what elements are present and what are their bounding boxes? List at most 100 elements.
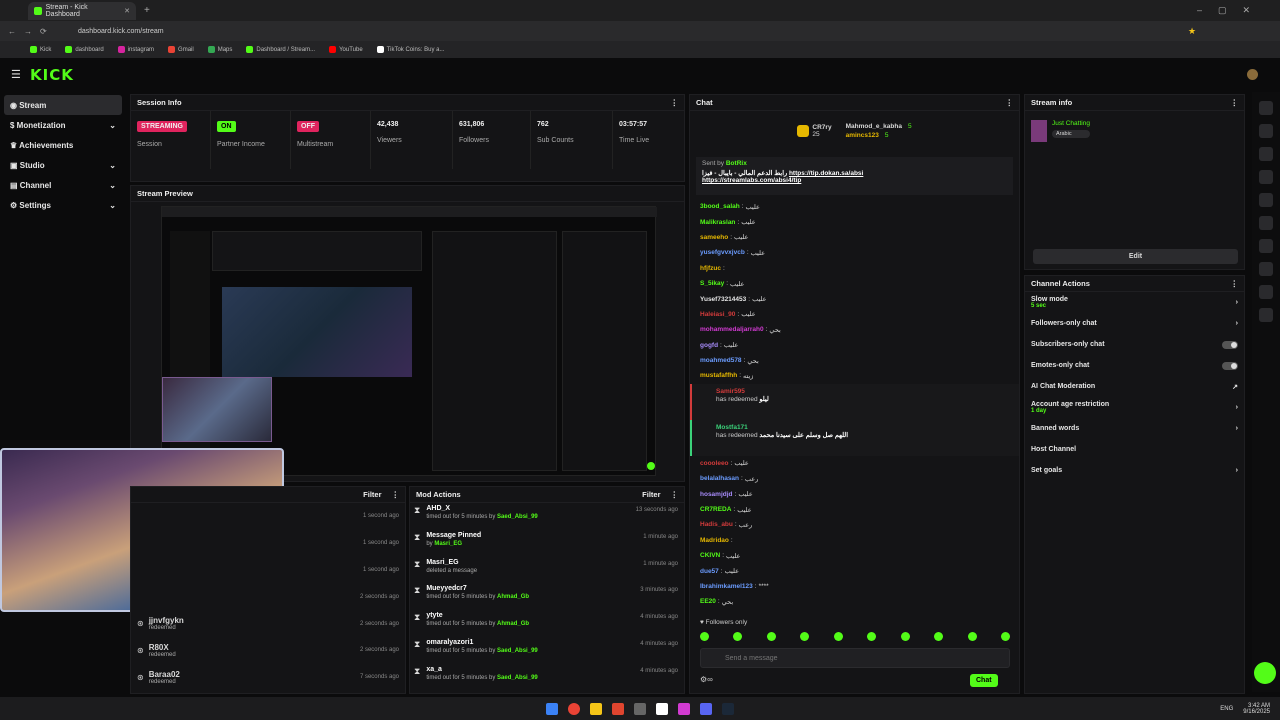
chat-username[interactable]: 3bood_salah xyxy=(700,203,740,210)
mod-action-title[interactable]: AHD_X xyxy=(426,505,537,512)
close-tab-icon[interactable]: ✕ xyxy=(124,7,130,15)
sidebar-item-studio[interactable]: ▣ Studio ⌄ xyxy=(0,155,126,175)
windows-start-icon[interactable] xyxy=(546,702,558,715)
window-controls[interactable]: –▢✕ xyxy=(1197,5,1266,16)
more-options-icon[interactable]: ⋮ xyxy=(671,98,679,107)
app-icon[interactable] xyxy=(678,702,690,715)
info-icon[interactable] xyxy=(1259,101,1273,115)
channel-action-slow-mode[interactable]: Slow mode 5 sec › xyxy=(1025,292,1244,313)
chat-username[interactable]: Yusef73214453 xyxy=(700,296,746,303)
chat-username[interactable]: CKIVN xyxy=(700,552,720,559)
chat-username[interactable]: belalalhasan xyxy=(700,475,739,482)
nav-arrows-icon[interactable]: ←→⟳ xyxy=(8,27,55,36)
chrome-icon[interactable] xyxy=(568,702,580,715)
chat-bubble-icon[interactable] xyxy=(1259,216,1273,230)
emote-icon[interactable] xyxy=(934,632,944,641)
channel-action-set-goals[interactable]: Set goals › xyxy=(1025,460,1244,481)
toggle-switch[interactable] xyxy=(1222,340,1238,349)
more-options-icon[interactable]: ⋮ xyxy=(671,490,679,499)
chat-username[interactable]: due57 xyxy=(700,568,719,575)
send-chat-button[interactable]: Chat xyxy=(970,674,998,687)
bookmark-instagram[interactable]: instagram xyxy=(117,46,154,53)
app-icon[interactable] xyxy=(656,702,668,715)
emote-icon[interactable] xyxy=(800,632,810,641)
chat-username[interactable]: mohammedaljarrah0 xyxy=(700,326,764,333)
layout-icon[interactable] xyxy=(1259,262,1273,276)
top-gifter[interactable]: Mahmod_e_kabha 5 xyxy=(846,123,912,130)
chat-username[interactable]: Hadis_abu xyxy=(700,521,733,528)
emote-icon[interactable] xyxy=(967,632,977,641)
kick-logo[interactable]: KICK xyxy=(30,66,74,84)
pinned-link[interactable]: https://tip.dokan.sa/absi xyxy=(789,170,863,177)
more-options-icon[interactable]: ⋮ xyxy=(1231,279,1239,288)
avatar[interactable] xyxy=(1247,69,1258,80)
emote-icon[interactable] xyxy=(867,632,877,641)
category-link[interactable]: Just Chatting xyxy=(1052,120,1090,127)
edit-button[interactable]: Edit xyxy=(1033,249,1238,264)
app-icon[interactable] xyxy=(612,702,624,715)
activity-user[interactable]: R80X xyxy=(149,643,176,652)
chat-username[interactable]: Malikraslan xyxy=(700,219,735,226)
chat-username[interactable]: gogfd xyxy=(700,342,718,349)
chat-username[interactable]: S_5ikay xyxy=(700,280,724,287)
bookmark-maps[interactable]: Maps xyxy=(207,46,232,53)
mod-action-by[interactable]: Saed_Absi_99 xyxy=(497,514,538,520)
discord-icon[interactable] xyxy=(700,702,712,715)
top-gifter[interactable]: CR7ry 25 xyxy=(797,124,832,138)
bookmark-dashboard[interactable]: dashboard xyxy=(65,46,104,53)
channel-action-ai-chat-moderation[interactable]: AI Chat Moderation ↗ xyxy=(1025,376,1244,397)
top-gifter[interactable]: amincs123 5 xyxy=(846,132,912,139)
channel-action-followers-only-chat[interactable]: Followers-only chat › xyxy=(1025,313,1244,334)
more-options-icon[interactable]: ⋮ xyxy=(392,490,400,499)
more-options-icon[interactable]: ⋮ xyxy=(1006,98,1014,107)
app-icon[interactable] xyxy=(634,702,646,715)
sidebar-item-settings[interactable]: ⚙ Settings ⌄ xyxy=(0,195,126,215)
emote-icon[interactable] xyxy=(1000,632,1010,641)
chat-username[interactable]: CR7REDA xyxy=(700,506,731,513)
filter-button[interactable]: Filter xyxy=(363,490,381,499)
chat-input[interactable] xyxy=(700,648,1010,668)
bookmark-gmail[interactable]: Gmail xyxy=(168,46,194,53)
pen-icon[interactable] xyxy=(1259,124,1273,138)
chat-username[interactable]: Mostfa171 xyxy=(716,424,748,431)
chat-username[interactable]: mustafaffhh xyxy=(700,372,737,379)
link-icon[interactable] xyxy=(1259,239,1273,253)
mod-action-by[interactable]: Masri_EG xyxy=(434,541,462,547)
chat-username[interactable]: Samir595 xyxy=(716,388,745,395)
emote-icon[interactable] xyxy=(900,632,910,641)
emote-icon[interactable] xyxy=(733,632,743,641)
bookmark-tiktok[interactable]: TikTok Coins: Buy a... xyxy=(376,46,444,53)
mod-action-by[interactable]: Saed_Absi_99 xyxy=(497,648,538,654)
mod-action-title[interactable]: ytyte xyxy=(426,612,529,619)
channel-action-account-age-restriction[interactable]: Account age restriction 1 day › xyxy=(1025,397,1244,418)
chat-username[interactable]: Haleiasi_90 xyxy=(700,311,735,318)
mod-action-by[interactable]: Ahmad_Gb xyxy=(497,594,529,600)
channel-action-host-channel[interactable]: Host Channel xyxy=(1025,439,1244,460)
pinned-link[interactable]: https://streamlabs.com/absi4/tip xyxy=(702,177,801,184)
mod-action-title[interactable]: xa_a xyxy=(426,666,537,673)
mod-action-title[interactable]: omaralyazori1 xyxy=(426,639,537,646)
steam-icon[interactable] xyxy=(722,702,734,715)
channel-action-emotes-only-chat[interactable]: Emotes-only chat xyxy=(1025,355,1244,376)
chat-username[interactable]: coooleeo xyxy=(700,460,729,467)
mod-action-title[interactable]: Masri_EG xyxy=(426,559,477,566)
language-indicator[interactable]: ENG xyxy=(1220,706,1233,712)
mod-action-by[interactable]: Ahmad_Gb xyxy=(497,621,529,627)
stream-preview-video[interactable] xyxy=(161,206,657,476)
chat-username[interactable]: yusefgvvxjvcb xyxy=(700,249,745,256)
chat-username[interactable]: EE20 xyxy=(700,598,716,605)
support-chat-icon[interactable] xyxy=(1254,662,1276,684)
activity-user[interactable]: jjnvfgykn xyxy=(149,616,184,625)
bot-icon[interactable] xyxy=(1259,147,1273,161)
channel-action-banned-words[interactable]: Banned words › xyxy=(1025,418,1244,439)
channel-action-subscribers-only-chat[interactable]: Subscribers-only chat xyxy=(1025,334,1244,355)
chat-username[interactable]: Ibrahimkamel123 xyxy=(700,583,753,590)
chat-username[interactable]: moahmed578 xyxy=(700,357,742,364)
bolt-icon[interactable] xyxy=(1259,170,1273,184)
hamburger-menu-icon[interactable]: ☰ xyxy=(11,68,21,81)
chat-tools-icon[interactable]: ⚙∞ xyxy=(700,675,713,684)
sidebar-item-stream[interactable]: ◉ Stream xyxy=(4,95,122,115)
sidebar-item-channel[interactable]: ▤ Channel ⌄ xyxy=(0,175,126,195)
activity-user[interactable]: Baraa02 xyxy=(149,670,180,679)
wrench-icon[interactable] xyxy=(1259,285,1273,299)
